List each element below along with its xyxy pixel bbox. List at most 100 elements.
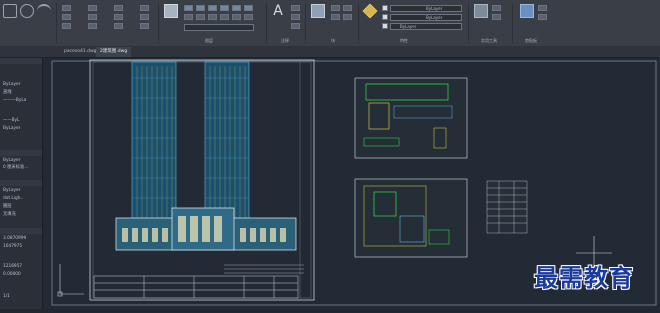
layer-tool-icon[interactable]	[196, 5, 205, 11]
drawing-notes	[224, 264, 304, 274]
trim-icon[interactable]	[114, 5, 123, 11]
offset-icon[interactable]	[140, 23, 149, 29]
ucs-icon	[57, 264, 84, 297]
lineweight-swatch[interactable]	[382, 23, 388, 29]
sheet-frame	[89, 59, 315, 301]
bylayer-label: ByLayer	[426, 15, 443, 20]
layer-dropdown[interactable]	[184, 24, 254, 31]
copy-icon[interactable]	[62, 23, 71, 29]
insert-block-icon[interactable]	[311, 4, 325, 18]
create-block-icon[interactable]	[331, 5, 340, 11]
layer-tool-icon[interactable]	[208, 14, 217, 20]
layer-tool-icon[interactable]	[244, 5, 253, 11]
layer-tool-icon[interactable]	[184, 5, 193, 11]
layer-tool-icon[interactable]	[184, 14, 193, 20]
panel-title-utilities[interactable]: 实用工具	[481, 38, 497, 44]
palette-value[interactable]: ByLayer	[3, 82, 20, 88]
layer-tool-icon[interactable]	[196, 14, 205, 20]
palette-value[interactable]: ——ByL	[3, 118, 19, 124]
layer-tool-icon[interactable]	[220, 14, 229, 20]
table-icon[interactable]	[291, 23, 300, 29]
line-tool-icon[interactable]	[3, 4, 17, 18]
palette-value[interactable]: 随层	[3, 204, 12, 210]
utility-icon[interactable]	[492, 14, 501, 20]
sheet-plan-2	[354, 178, 468, 258]
palette-value[interactable]: ByLayer	[3, 126, 20, 132]
palette-value[interactable]: 3.0870999	[3, 236, 26, 242]
match-properties-icon[interactable]	[362, 3, 378, 19]
layer-tool-icon[interactable]	[232, 5, 241, 11]
erase-icon[interactable]	[140, 5, 149, 11]
palette-value[interactable]: 1216957	[3, 264, 22, 270]
scale-icon[interactable]	[114, 14, 123, 20]
palette-section	[0, 228, 42, 234]
tower-right	[204, 61, 250, 223]
palette-value[interactable]: 0 厘米标准...	[3, 165, 28, 171]
ribbon-separator	[266, 3, 267, 43]
circle-tool-icon[interactable]	[20, 4, 34, 18]
panel-title-properties[interactable]: 特性	[400, 38, 408, 44]
arc-tool-icon[interactable]	[37, 4, 51, 18]
array-icon[interactable]	[114, 23, 123, 29]
ribbon-separator	[358, 3, 359, 43]
move-icon[interactable]	[62, 5, 71, 11]
rotate-icon[interactable]	[62, 14, 71, 20]
mirror-icon[interactable]	[88, 5, 97, 11]
panel-title-layer[interactable]: 图层	[205, 38, 213, 44]
ribbon-separator	[305, 3, 306, 43]
document-tab-bar: paceso41.dwg 2建筑图.dwg	[0, 46, 660, 58]
tab-drawing-2[interactable]: 2建筑图.dwg	[96, 47, 132, 57]
title-block	[93, 275, 299, 299]
bylayer-label: ByLayer	[426, 6, 443, 11]
properties-palette: ByLayer 直线 ———ByLa ——ByL ByLayer ByLayer…	[0, 58, 43, 309]
edit-block-icon[interactable]	[331, 14, 340, 20]
palette-value[interactable]: 1/1	[3, 294, 10, 300]
palette-value[interactable]: ByLayer	[3, 158, 20, 164]
ribbon-separator	[468, 3, 469, 43]
explode-icon[interactable]	[140, 14, 149, 20]
ribbon-separator	[158, 3, 159, 43]
layer-properties-icon[interactable]	[164, 4, 178, 18]
layer-tool-icon[interactable]	[220, 5, 229, 11]
palette-value[interactable]: dot.Ligh..	[3, 196, 23, 202]
layer-tool-icon[interactable]	[244, 14, 253, 20]
layer-tool-icon[interactable]	[232, 14, 241, 20]
paste-icon[interactable]	[520, 4, 534, 18]
measure-icon[interactable]	[474, 4, 488, 18]
tab-drawing-1[interactable]: paceso41.dwg	[60, 47, 101, 57]
palette-value[interactable]: 直线	[3, 90, 12, 96]
palette-value[interactable]: ———ByLa	[3, 98, 26, 104]
palette-header	[0, 58, 42, 64]
dimension-icon[interactable]	[291, 5, 300, 11]
cut-icon[interactable]	[538, 5, 547, 11]
bylayer-label: ByLayer	[400, 24, 417, 29]
tower-left	[131, 61, 177, 223]
block-attribute-icon[interactable]	[343, 5, 352, 11]
text-tool-icon[interactable]: A	[271, 4, 285, 18]
watermark-text: 最需教育	[534, 263, 634, 292]
fillet-icon[interactable]	[88, 14, 97, 20]
palette-value[interactable]: ByLayer	[3, 188, 20, 194]
palette-section	[0, 180, 42, 186]
utility-icon[interactable]	[492, 5, 501, 11]
linetype-swatch[interactable]	[382, 14, 388, 20]
palette-value[interactable]: 无填充	[3, 212, 16, 218]
layer-tool-icon[interactable]	[208, 5, 217, 11]
color-swatch[interactable]	[382, 5, 388, 11]
ribbon-separator	[56, 3, 57, 43]
ribbon: A ByLayer ByLayer ByLayer 图层 注释 块 特性 实用工…	[0, 0, 660, 47]
panel-title-annotation[interactable]: 注释	[281, 38, 289, 44]
palette-value[interactable]: 1047975	[3, 244, 22, 250]
palette-section	[0, 150, 42, 156]
panel-title-block[interactable]: 块	[331, 38, 335, 44]
block-attribute-icon[interactable]	[343, 14, 352, 20]
stretch-icon[interactable]	[88, 23, 97, 29]
copy-clip-icon[interactable]	[538, 14, 547, 20]
palette-value[interactable]: 0.00000	[3, 272, 21, 278]
sheet-plan-1	[354, 77, 468, 159]
ribbon-separator	[512, 3, 513, 43]
sheet-schedule	[486, 180, 528, 234]
panel-title-clipboard[interactable]: 剪贴板	[525, 38, 537, 44]
leader-icon[interactable]	[291, 14, 300, 20]
sheet-frame-inner	[92, 61, 312, 299]
